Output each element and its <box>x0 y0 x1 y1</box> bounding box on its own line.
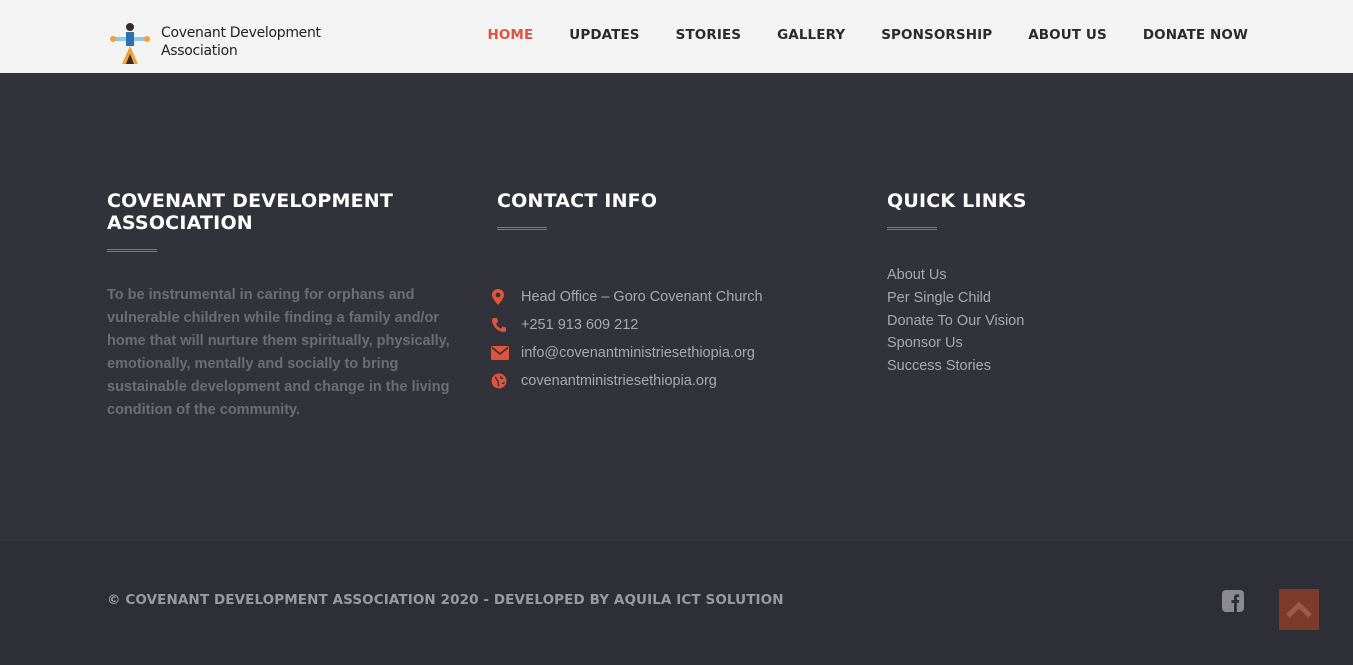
nav-home[interactable]: HOME <box>487 26 533 44</box>
envelope-icon <box>491 346 521 360</box>
nav-donate-now[interactable]: DONATE NOW <box>1143 26 1248 44</box>
quick-link-per-single-child[interactable]: Per Single Child <box>887 287 1027 310</box>
contact-phone-text: +251 913 609 212 <box>521 317 639 333</box>
about-text: To be instrumental in caring for orphans… <box>107 287 450 418</box>
contact-title: CONTACT INFO <box>497 190 658 212</box>
quick-links-list: About Us Per Single Child Donate To Our … <box>887 264 1027 378</box>
nav-updates[interactable]: UPDATES <box>569 26 639 44</box>
contact-address: Head Office – Goro Covenant Church <box>491 283 763 311</box>
brand-name-line2: Association <box>161 43 238 59</box>
about-title-line1: COVENANT DEVELOPMENT <box>107 190 394 212</box>
quick-link-donate-to-our-vision[interactable]: Donate To Our Vision <box>887 310 1027 333</box>
site-logo[interactable]: Covenant Development Association <box>108 20 321 64</box>
site-header: Covenant Development Association HOME UP… <box>0 0 1353 73</box>
map-marker-icon <box>491 289 521 305</box>
nav-about-us[interactable]: ABOUT US <box>1028 26 1107 44</box>
copyright-text: © COVENANT DEVELOPMENT ASSOCIATION 2020 … <box>107 592 784 608</box>
facebook-square-icon[interactable] <box>1222 590 1244 612</box>
chevron-up-icon <box>1286 600 1312 618</box>
contact-title-divider <box>497 227 547 230</box>
quick-link-about-us[interactable]: About Us <box>887 264 1027 287</box>
quick-links-title-divider <box>887 227 937 230</box>
contact-email[interactable]: info@covenantministriesethiopia.org <box>491 339 763 367</box>
contact-website-text: covenantministriesethiopia.org <box>521 373 717 389</box>
about-title-divider <box>107 249 157 252</box>
nav-sponsorship[interactable]: SPONSORSHIP <box>881 26 992 44</box>
nav-gallery[interactable]: GALLERY <box>777 26 845 44</box>
quick-links-title: QUICK LINKS <box>887 190 1027 212</box>
back-to-top-button[interactable] <box>1279 589 1319 630</box>
contact-email-text: info@covenantministriesethiopia.org <box>521 345 755 361</box>
about-title-line2: ASSOCIATION <box>107 212 253 234</box>
phone-icon <box>491 317 521 333</box>
main-nav: HOME UPDATES STORIES GALLERY SPONSORSHIP… <box>451 26 1248 44</box>
logo-mark-icon <box>110 23 150 64</box>
contact-website[interactable]: covenantministriesethiopia.org <box>491 367 763 395</box>
quick-link-sponsor-us[interactable]: Sponsor Us <box>887 332 1027 355</box>
contact-phone[interactable]: +251 913 609 212 <box>491 311 763 339</box>
brand-name-line1: Covenant Development <box>161 25 321 41</box>
about-title: COVENANT DEVELOPMENT ASSOCIATION <box>107 190 452 234</box>
globe-icon <box>491 373 521 389</box>
contact-section: CONTACT INFO Head Office – Goro Covenant… <box>491 190 763 395</box>
logo-text: Covenant Development Association <box>161 24 321 60</box>
nav-stories[interactable]: STORIES <box>676 26 741 44</box>
contact-address-text: Head Office – Goro Covenant Church <box>521 289 763 305</box>
about-section: COVENANT DEVELOPMENT ASSOCIATION To be i… <box>107 190 452 422</box>
quick-link-success-stories[interactable]: Success Stories <box>887 355 1027 378</box>
quick-links-section: QUICK LINKS About Us Per Single Child Do… <box>887 190 1027 378</box>
footer-bottom-bar: © COVENANT DEVELOPMENT ASSOCIATION 2020 … <box>0 541 1353 665</box>
contact-list: Head Office – Goro Covenant Church +251 … <box>491 283 763 395</box>
